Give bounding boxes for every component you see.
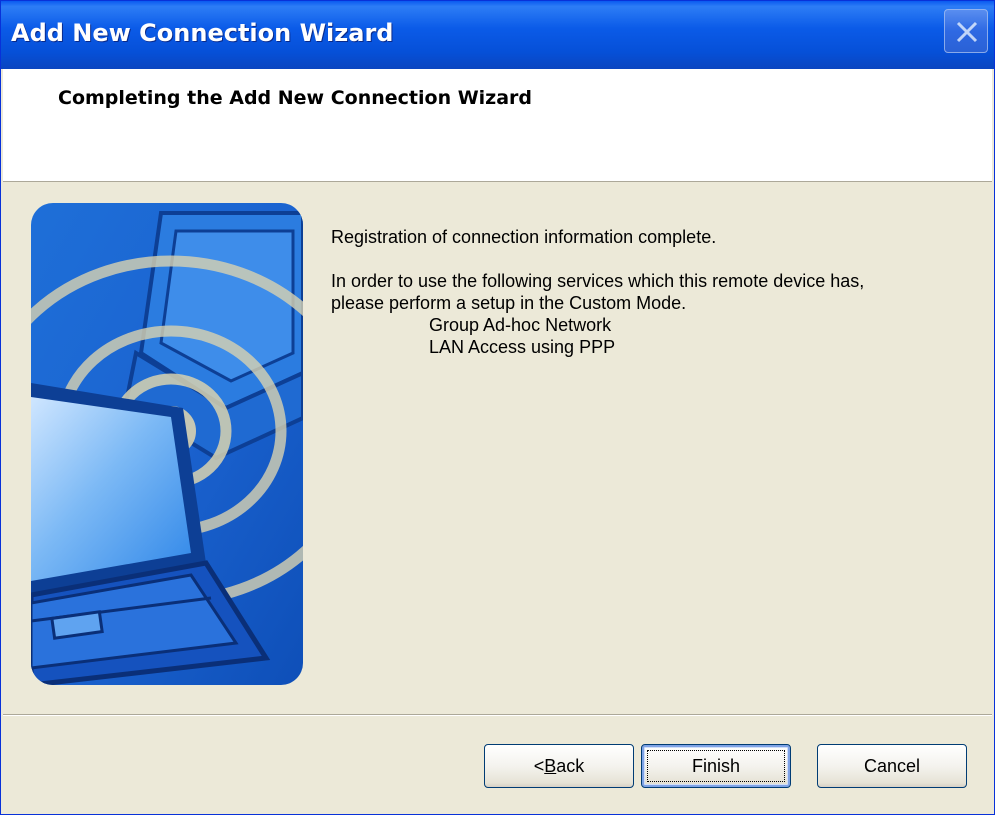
wireless-laptop-illustration <box>31 203 303 685</box>
back-button[interactable]: < Back <box>484 744 634 788</box>
wizard-window: Add New Connection Wizard Completing the… <box>0 0 995 815</box>
back-button-mnemonic: B <box>544 755 557 776</box>
close-button[interactable] <box>944 9 988 53</box>
instruction-line-2: please perform a setup in the Custom Mod… <box>331 293 687 313</box>
back-button-label: ack <box>556 755 585 776</box>
finish-button[interactable]: Finish <box>641 744 791 788</box>
footer-divider <box>3 714 992 716</box>
wizard-header: Completing the Add New Connection Wizard <box>3 69 992 182</box>
cancel-button-label: Cancel <box>863 755 921 776</box>
completion-message: Registration of connection information c… <box>331 227 717 247</box>
cancel-button[interactable]: Cancel <box>817 744 967 788</box>
close-icon <box>956 21 978 43</box>
focus-ring <box>647 750 785 782</box>
wizard-content: Registration of connection information c… <box>331 226 951 358</box>
title-bar[interactable]: Add New Connection Wizard <box>1 1 994 69</box>
page-title: Completing the Add New Connection Wizard <box>58 87 533 109</box>
instruction-line-1: In order to use the following services w… <box>331 271 865 291</box>
window-title: Add New Connection Wizard <box>11 19 394 47</box>
service-item: LAN Access using PPP <box>429 337 616 357</box>
back-button-prefix: < <box>533 755 545 776</box>
service-item: Group Ad-hoc Network <box>429 315 612 335</box>
